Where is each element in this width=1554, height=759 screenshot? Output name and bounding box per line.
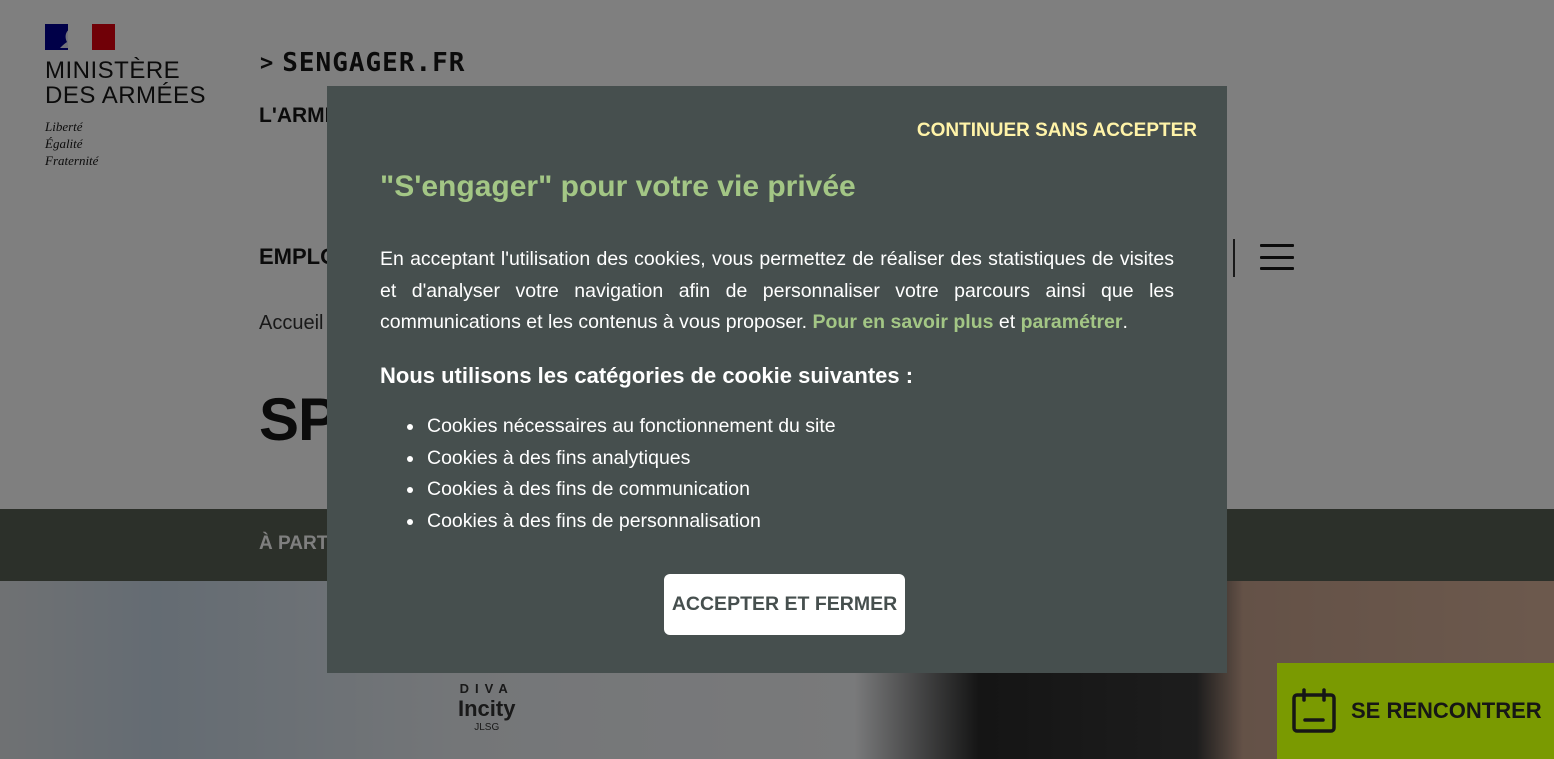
settings-link[interactable]: paramétrer (1021, 311, 1123, 333)
learn-more-link[interactable]: Pour en savoir plus (813, 311, 994, 333)
se-rencontrer-label: SE RENCONTRER (1351, 698, 1542, 723)
intro-period: . (1122, 311, 1128, 333)
cookie-category-item: Cookies à des fins de personnalisation (425, 506, 836, 538)
categories-title: Nous utilisons les catégories de cookie … (380, 363, 914, 388)
calendar-icon (1292, 688, 1336, 733)
cookie-category-item: Cookies à des fins analytiques (425, 443, 836, 475)
cookie-intro-text: En acceptant l'utilisation des cookies, … (380, 244, 1174, 339)
cookie-consent-modal: CONTINUER SANS ACCEPTER "S'engager" pour… (327, 86, 1227, 673)
se-rencontrer-button[interactable]: SE RENCONTRER (1277, 663, 1554, 759)
cookie-categories-list: Cookies nécessaires au fonctionnement du… (425, 411, 836, 538)
modal-title: "S'engager" pour votre vie privée (380, 170, 856, 203)
accept-and-close-button[interactable]: ACCEPTER ET FERMER (664, 574, 905, 635)
continue-without-accepting-button[interactable]: CONTINUER SANS ACCEPTER (917, 120, 1197, 142)
cookie-category-item: Cookies nécessaires au fonctionnement du… (425, 411, 836, 443)
intro-conjunction: et (993, 311, 1021, 333)
cookie-category-item: Cookies à des fins de communication (425, 474, 836, 506)
